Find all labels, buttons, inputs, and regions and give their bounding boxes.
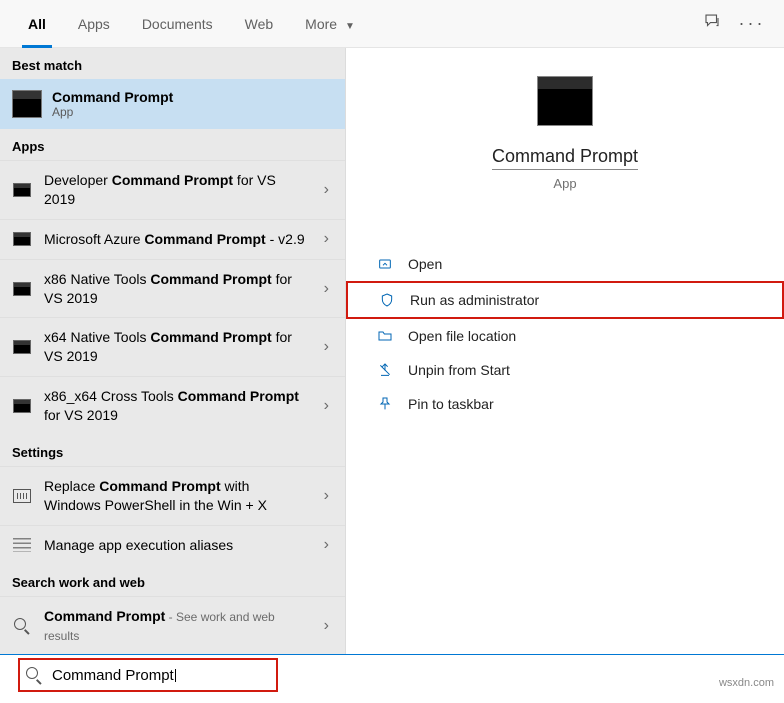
search-bar: Command Prompt [0, 654, 784, 695]
terminal-icon [13, 399, 31, 413]
tab-more[interactable]: More ▼ [289, 0, 371, 48]
section-settings: Settings [0, 435, 345, 466]
settings-result-label: Manage app execution aliases [44, 536, 308, 555]
preview-actions: Open Run as administrator Open file loca… [346, 247, 784, 421]
open-icon [376, 255, 394, 273]
tab-all[interactable]: All [12, 0, 62, 48]
best-match-subtitle: App [52, 105, 173, 119]
terminal-icon [13, 183, 31, 197]
action-unpin-from-start[interactable]: Unpin from Start [346, 353, 784, 387]
more-options-icon[interactable]: ··· [732, 13, 772, 34]
apps-result[interactable]: x86 Native Tools Command Prompt for VS 2… [0, 259, 345, 318]
chevron-right-icon[interactable]: › [320, 181, 333, 199]
action-label: Run as administrator [410, 292, 539, 308]
settings-result-replace[interactable]: Replace Command Prompt with Windows Powe… [0, 466, 345, 525]
search-tabs: All Apps Documents Web More ▼ ··· [0, 0, 784, 48]
chevron-down-icon: ▼ [345, 21, 355, 32]
settings-result-label: Replace Command Prompt with Windows Powe… [44, 477, 308, 515]
chevron-right-icon[interactable]: › [320, 230, 333, 248]
folder-icon [376, 327, 394, 345]
section-best-match: Best match [0, 48, 345, 79]
best-match-title: Command Prompt [52, 89, 173, 105]
best-match-result[interactable]: Command Prompt App [0, 79, 345, 129]
pin-icon [376, 395, 394, 413]
results-pane: Best match Command Prompt App Apps Devel… [0, 48, 345, 654]
search-icon [26, 667, 42, 683]
feedback-icon[interactable] [692, 12, 732, 35]
tab-web[interactable]: Web [229, 0, 290, 48]
action-label: Unpin from Start [408, 362, 510, 378]
terminal-icon [13, 282, 31, 296]
preview-pane: Command Prompt App Open Run as administr… [345, 48, 784, 654]
apps-result-label: Microsoft Azure Command Prompt - v2.9 [44, 230, 308, 249]
chevron-right-icon[interactable]: › [320, 487, 333, 505]
preview-subtitle: App [553, 176, 576, 191]
apps-result[interactable]: Microsoft Azure Command Prompt - v2.9 › [0, 219, 345, 259]
chevron-right-icon[interactable]: › [320, 280, 333, 298]
search-icon [14, 618, 30, 634]
apps-result[interactable]: Developer Command Prompt for VS 2019 › [0, 160, 345, 219]
watermark: wsxdn.com [719, 677, 774, 689]
web-result[interactable]: Command Prompt - See work and web result… [0, 596, 345, 645]
action-pin-to-taskbar[interactable]: Pin to taskbar [346, 387, 784, 421]
command-prompt-icon [12, 90, 42, 118]
terminal-icon [13, 232, 31, 246]
window-icon [13, 489, 31, 503]
shield-icon [378, 291, 396, 309]
command-prompt-icon [537, 76, 593, 126]
search-input[interactable]: Command Prompt [52, 667, 174, 684]
chevron-right-icon[interactable]: › [320, 617, 333, 635]
tab-apps[interactable]: Apps [62, 0, 126, 48]
action-open[interactable]: Open [346, 247, 784, 281]
list-icon [13, 538, 31, 552]
terminal-icon [13, 340, 31, 354]
action-label: Open file location [408, 328, 516, 344]
preview-title[interactable]: Command Prompt [492, 146, 638, 170]
action-open-file-location[interactable]: Open file location [346, 319, 784, 353]
tab-documents[interactable]: Documents [126, 0, 229, 48]
chevron-right-icon[interactable]: › [320, 397, 333, 415]
action-run-as-administrator[interactable]: Run as administrator [346, 281, 784, 319]
chevron-right-icon[interactable]: › [320, 338, 333, 356]
section-work-web: Search work and web [0, 565, 345, 596]
tab-more-label: More [305, 16, 337, 32]
apps-result-label: x64 Native Tools Command Prompt for VS 2… [44, 328, 308, 366]
settings-result-aliases[interactable]: Manage app execution aliases › [0, 525, 345, 565]
apps-result[interactable]: x64 Native Tools Command Prompt for VS 2… [0, 317, 345, 376]
action-label: Pin to taskbar [408, 396, 494, 412]
apps-result-label: x86_x64 Cross Tools Command Prompt for V… [44, 387, 308, 425]
apps-result-label: x86 Native Tools Command Prompt for VS 2… [44, 270, 308, 308]
apps-result-label: Developer Command Prompt for VS 2019 [44, 171, 308, 209]
unpin-icon [376, 361, 394, 379]
web-result-label: Command Prompt - See work and web result… [44, 607, 308, 645]
chevron-right-icon[interactable]: › [320, 536, 333, 554]
action-label: Open [408, 256, 442, 272]
section-apps: Apps [0, 129, 345, 160]
search-input-wrapper[interactable]: Command Prompt [18, 658, 278, 692]
apps-result[interactable]: x86_x64 Cross Tools Command Prompt for V… [0, 376, 345, 435]
